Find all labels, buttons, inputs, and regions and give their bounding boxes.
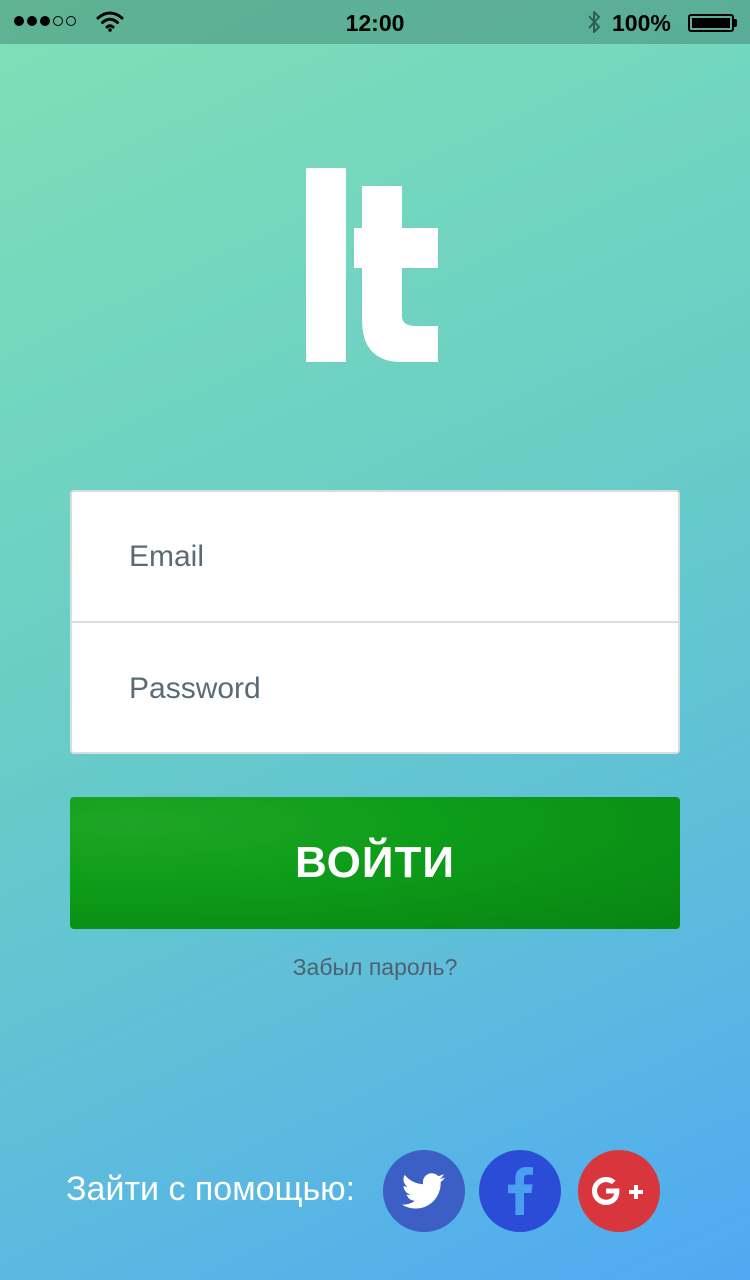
- login-form: [70, 490, 680, 754]
- email-field-container: [72, 492, 678, 623]
- facebook-login-button[interactable]: [479, 1150, 561, 1232]
- battery-tip: [734, 19, 737, 27]
- login-button[interactable]: ВОЙТИ: [70, 797, 680, 929]
- social-login-label: Зайти с помощью:: [66, 1170, 356, 1208]
- battery-icon: [688, 14, 734, 32]
- status-bar: 12:00 100%: [0, 0, 750, 44]
- google-plus-icon: [592, 1177, 643, 1205]
- forgot-password-link[interactable]: Забыл пароль?: [0, 954, 750, 981]
- password-input[interactable]: [127, 670, 678, 707]
- password-field-container: [72, 623, 678, 752]
- email-input[interactable]: [127, 538, 678, 575]
- facebook-f-icon: [508, 1167, 533, 1215]
- app-logo: [306, 168, 438, 362]
- twitter-bird-icon: [402, 1173, 446, 1209]
- google-plus-login-button[interactable]: [578, 1150, 660, 1232]
- battery-percent: 100%: [612, 10, 671, 36]
- twitter-login-button[interactable]: [383, 1150, 465, 1232]
- bluetooth-icon: [588, 11, 600, 33]
